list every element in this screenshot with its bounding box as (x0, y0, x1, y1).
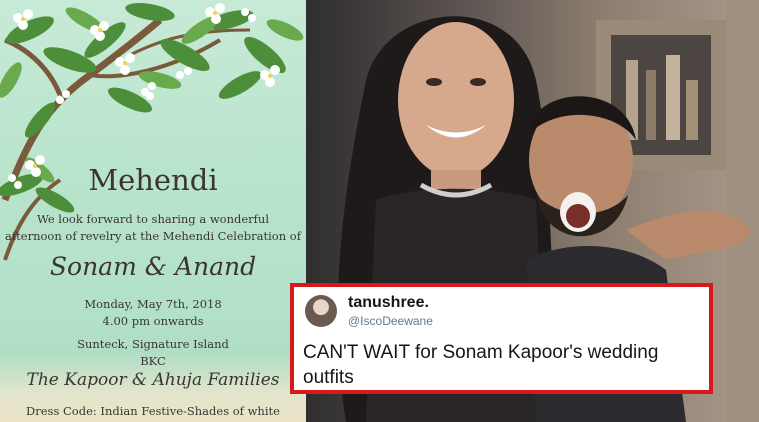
tweet-display-name: tanushree. (348, 294, 429, 311)
invitation-line-1: We look forward to sharing a wonderful (36, 212, 270, 226)
tweet-handle: @IscoDeewane (348, 314, 433, 328)
profile-avatar (305, 295, 337, 327)
couple-names: Sonam & Anand (49, 252, 257, 281)
tweet-text: CAN'T WAIT for Sonam Kapoor's wedding ou… (303, 342, 659, 388)
invitation-line-2: afternoon of revelry at the Mehendi Cele… (5, 229, 301, 243)
tweet-card: tanushree. @IscoDeewane CAN'T WAIT for S… (290, 283, 713, 394)
event-time: 4.00 pm onwards (102, 314, 204, 328)
event-title: Mehendi (88, 163, 218, 197)
event-date: Monday, May 7th, 2018 (84, 297, 222, 311)
event-venue: Sunteck, Signature Island (77, 337, 229, 351)
mehendi-invitation-card: Mehendi We look forward to sharing a won… (0, 0, 306, 422)
host-families: The Kapoor & Ahuja Families (26, 370, 280, 390)
event-area: BKC (140, 354, 166, 368)
dress-code: Dress Code: Indian Festive-Shades of whi… (26, 404, 280, 418)
